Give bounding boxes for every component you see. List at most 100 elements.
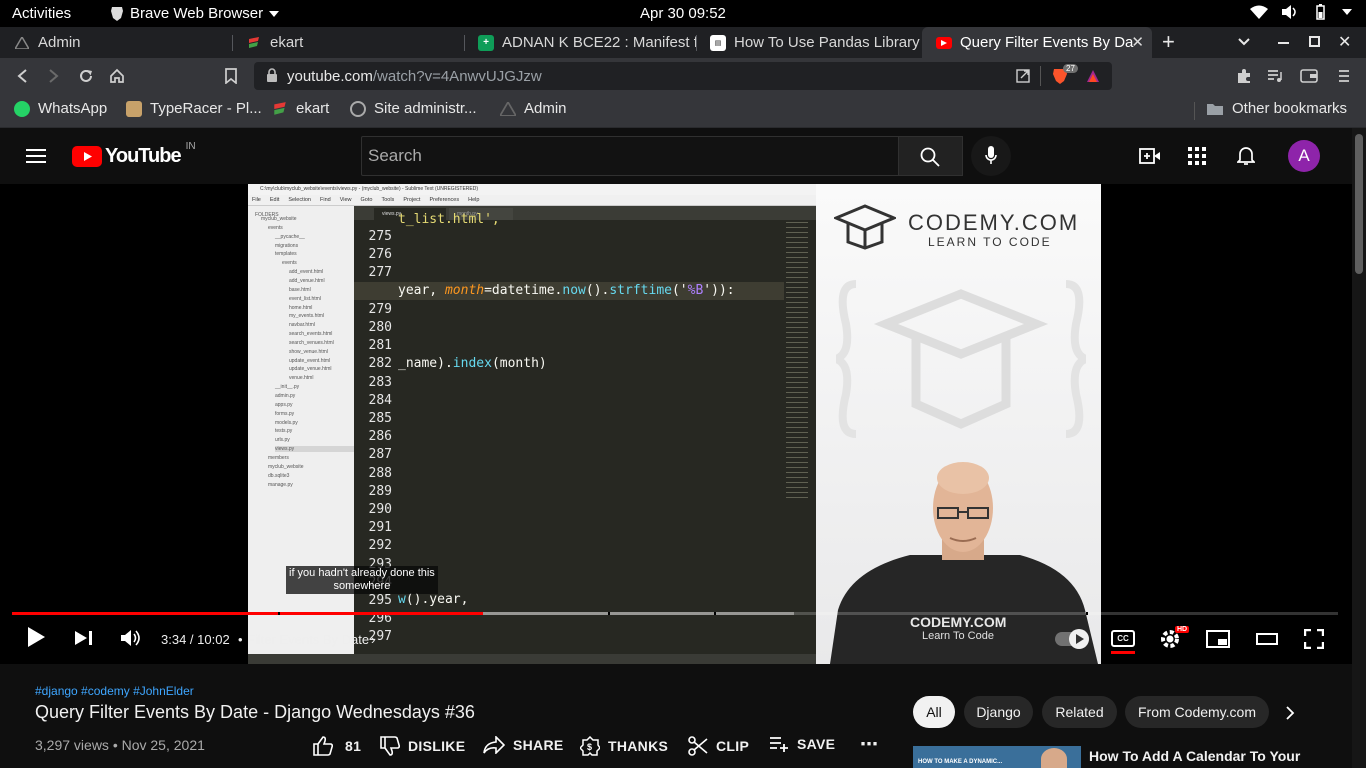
file-tree-item: update_venue.html (289, 366, 332, 373)
bookmark-icon[interactable] (225, 68, 237, 84)
autoplay-toggle[interactable] (1055, 629, 1089, 649)
address-bar[interactable]: youtube.com/watch?v=4AnwvUJGJzw 27 (254, 62, 1112, 90)
bookmark-label: ekart (296, 100, 330, 117)
tab-admin[interactable]: Admin (0, 27, 232, 58)
whatsapp-icon (14, 100, 30, 117)
open-in-app-icon[interactable] (1016, 69, 1030, 83)
fullscreen-icon[interactable] (1304, 629, 1324, 649)
thumbs-down-icon (380, 736, 400, 756)
miniplayer-icon[interactable] (1206, 630, 1230, 648)
home-icon[interactable] (109, 68, 125, 84)
bookmark-label: Site administr... (374, 100, 477, 117)
extensions-puzzle-icon[interactable] (1236, 68, 1252, 84)
triangle-favicon-icon (500, 101, 516, 116)
apps-grid-icon[interactable] (1188, 147, 1206, 165)
line-number: 276 (368, 247, 392, 263)
line-number: 287 (368, 447, 392, 463)
search-input[interactable] (362, 137, 898, 175)
triangle-favicon-icon (14, 35, 30, 51)
create-video-icon[interactable] (1139, 147, 1161, 165)
line-number: 283 (368, 374, 392, 390)
thanks-button[interactable]: $ THANKS (580, 736, 668, 756)
hamburger-menu-icon[interactable] (26, 148, 46, 164)
line-number: 292 (368, 538, 392, 554)
system-tray[interactable] (1250, 4, 1352, 20)
tab-youtube-active[interactable]: Query Filter Events By Da ✕ (922, 27, 1152, 58)
wallet-icon[interactable] (1300, 69, 1318, 83)
forward-icon[interactable] (48, 69, 60, 83)
code-line: t_list.html', (398, 212, 500, 227)
line-number: 279 (368, 301, 392, 317)
related-video-thumbnail[interactable]: HOW TO MAKE A DYNAMIC... (913, 746, 1081, 768)
activities-button[interactable]: Activities (12, 5, 71, 22)
bookmark-site-administration[interactable]: Site administr... (350, 100, 477, 117)
chip-related[interactable]: Related (1042, 696, 1117, 728)
tab-search-chevron-icon[interactable] (1238, 38, 1250, 46)
other-bookmarks[interactable]: Other bookmarks (1206, 100, 1347, 117)
file-tree-item: manage.py (268, 481, 293, 488)
editor-menu-bar: File Edit Selection Find View Goto Tools Projec… (248, 195, 816, 206)
bookmark-label: Admin (524, 100, 567, 117)
chapter-separator: • (238, 632, 243, 647)
progress-played (12, 612, 483, 615)
minimize-icon[interactable] (1278, 42, 1289, 44)
chip-all[interactable]: All (913, 696, 955, 728)
maximize-icon[interactable] (1309, 36, 1320, 47)
tab-manifest[interactable]: + ADNAN K BCE22 : Manifest f (464, 27, 696, 58)
progress-bar[interactable] (12, 612, 1338, 615)
chevron-right-icon[interactable] (1286, 706, 1295, 720)
line-number: 288 (368, 465, 392, 481)
brave-rewards-icon[interactable] (1086, 69, 1100, 83)
bookmark-label: WhatsApp (38, 100, 108, 117)
subtitles-cc-icon[interactable]: CC (1111, 630, 1135, 647)
related-video-title[interactable]: How To Add A Calendar To Your (1089, 748, 1300, 764)
bookmark-typeracer[interactable]: TypeRacer - Pl... (126, 100, 262, 117)
chip-from-codemy[interactable]: From Codemy.com (1125, 696, 1269, 728)
scrollbar-thumb[interactable] (1355, 134, 1363, 274)
svg-text:$: $ (587, 742, 592, 752)
more-actions-icon[interactable]: ⋯ (860, 734, 878, 755)
share-button[interactable]: SHARE (483, 736, 564, 754)
tab-ekart[interactable]: ekart (232, 27, 464, 58)
page-scrollbar[interactable] (1352, 128, 1366, 768)
avatar[interactable]: A (1288, 140, 1320, 172)
bookmark-ekart[interactable]: ekart (272, 100, 329, 117)
file-tree-item: search_venues.html (289, 339, 334, 346)
save-button[interactable]: SAVE (769, 736, 835, 752)
menu-icon[interactable] (1338, 69, 1350, 83)
close-tab-icon[interactable]: ✕ (1131, 33, 1144, 51)
site-favicon-icon: ▤ (710, 34, 726, 51)
hashtags[interactable]: #django #codemy #JohnElder (35, 684, 194, 698)
app-menu[interactable]: Brave Web Browser (110, 5, 280, 22)
presenter-panel: CODEMY.COM LEARN TO CODE CODEMY.COM Lear… (816, 184, 1101, 664)
like-button[interactable]: 81 (313, 736, 361, 756)
tab-pandas[interactable]: ▤ How To Use Pandas Library i (696, 27, 922, 58)
volume-icon[interactable] (120, 629, 142, 647)
video-player[interactable]: C:\my\club\myclub_website\events\views.p… (0, 184, 1352, 664)
url-path: /watch?v=4AnwvUJGJzw (372, 68, 542, 85)
close-window-icon[interactable]: ✕ (1338, 32, 1351, 52)
play-icon[interactable] (26, 626, 46, 648)
clip-button[interactable]: CLIP (688, 736, 749, 756)
voice-search-button[interactable] (971, 136, 1011, 176)
code-token: _name). (398, 356, 453, 371)
youtube-logo[interactable]: YouTube IN (72, 141, 196, 168)
editor-window-title: C:\my\club\myclub_website\events\views.p… (248, 184, 816, 195)
next-video-icon[interactable] (74, 630, 94, 646)
file-tree-item: events (282, 260, 297, 267)
back-icon[interactable] (16, 69, 28, 83)
notifications-bell-icon[interactable] (1237, 146, 1255, 166)
bookmark-admin[interactable]: Admin (500, 100, 567, 117)
reload-icon[interactable] (78, 68, 94, 84)
file-tree-item: urls.py (275, 437, 290, 444)
theater-mode-icon[interactable] (1256, 633, 1278, 645)
chip-django[interactable]: Django (964, 696, 1033, 728)
clock[interactable]: Apr 30 09:52 (640, 5, 726, 22)
chapter-chevron-icon[interactable]: › (371, 632, 375, 647)
new-tab-icon[interactable]: + (1162, 29, 1175, 55)
media-playlist-icon[interactable] (1267, 69, 1283, 83)
dislike-button[interactable]: DISLIKE (380, 736, 465, 756)
search-button[interactable] (899, 136, 963, 176)
bookmark-whatsapp[interactable]: WhatsApp (14, 100, 107, 117)
chapter-title[interactable]: Filter Events By Date (247, 632, 369, 647)
